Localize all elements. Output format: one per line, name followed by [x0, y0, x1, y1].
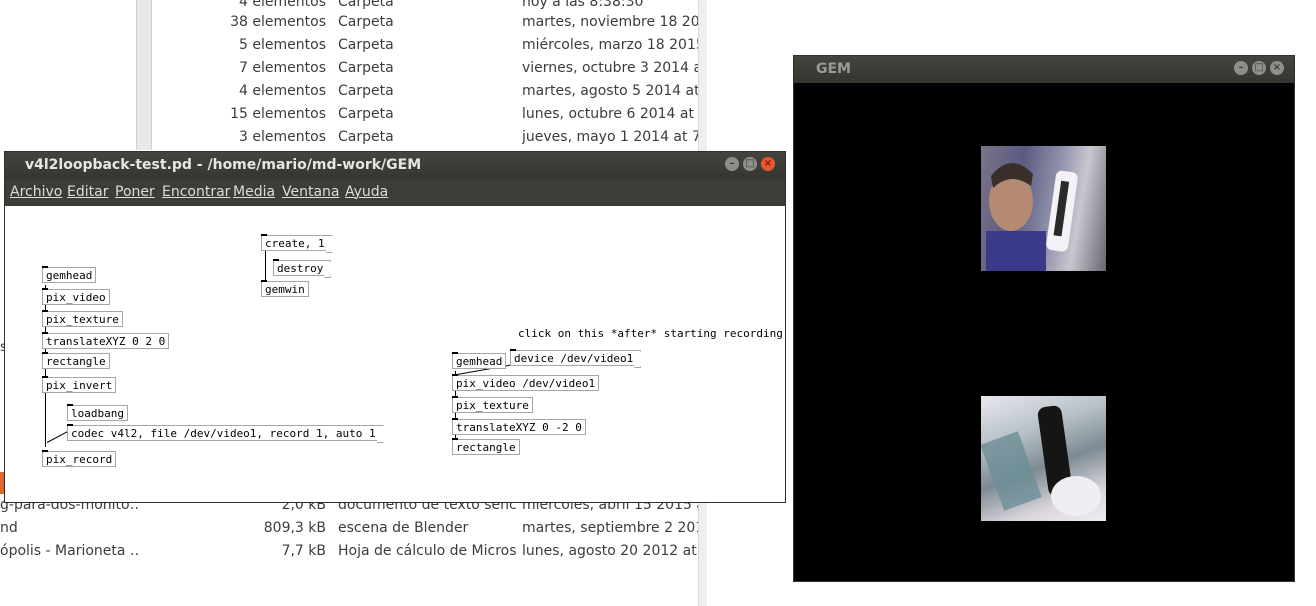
pix-record-object[interactable]: pix_record	[42, 450, 117, 467]
patch-comment: click on this *after* starting recording	[518, 327, 783, 340]
rectangle-object[interactable]: rectangle	[42, 352, 110, 369]
file-row[interactable]: 5 elementos Carpeta miércoles, marzo 18 …	[0, 34, 698, 57]
device-message[interactable]: device /dev/video1	[510, 349, 637, 366]
pix-video-object[interactable]: pix_video	[42, 288, 110, 305]
rectangle-object[interactable]: rectangle	[452, 438, 520, 455]
gemhead-object[interactable]: gemhead	[42, 266, 97, 283]
gem-title-bar[interactable]: GEM – □ ×	[794, 56, 1294, 83]
minimize-icon[interactable]: –	[725, 157, 739, 171]
file-size: 15 elementos	[230, 106, 326, 122]
patch-wire	[265, 250, 266, 282]
window-title: GEM	[816, 61, 851, 77]
file-size: 3 elementos	[239, 129, 326, 145]
menu-encontrar[interactable]: Encontrar	[162, 184, 230, 200]
pix-invert-object[interactable]: pix_invert	[42, 376, 117, 393]
file-size: 5 elementos	[239, 37, 326, 53]
file-size: 7 elementos	[239, 60, 326, 76]
create-message[interactable]: create, 1	[261, 234, 328, 251]
file-row[interactable]: 38 elementos Carpeta martes, noviembre 1…	[0, 11, 698, 34]
file-date: lunes, agosto 20 2012 at 6:	[522, 543, 698, 559]
patch-canvas[interactable]: create, 1 destroy gemwin gemhead pix_vid…	[5, 206, 785, 502]
maximize-icon[interactable]: □	[743, 157, 757, 171]
file-name: ópolis - Marioneta …	[0, 543, 140, 559]
minimize-icon[interactable]: –	[1234, 61, 1248, 75]
file-type: escena de Blender	[338, 520, 469, 536]
gemhead-object[interactable]: gemhead	[452, 352, 507, 369]
file-row[interactable]: 7 elementos Carpeta viernes, octubre 3 2…	[0, 57, 698, 80]
file-type: Carpeta	[338, 83, 394, 99]
file-type: Carpeta	[338, 37, 394, 53]
gem-window: GEM – □ ×	[793, 55, 1295, 582]
pix-texture-object[interactable]: pix_texture	[452, 396, 533, 413]
translatexyz-object[interactable]: translateXYZ 0 -2 0	[452, 418, 586, 435]
file-row[interactable]: 3 elementos Carpeta jueves, mayo 1 2014 …	[0, 126, 698, 149]
close-icon[interactable]: ×	[1270, 61, 1284, 75]
menu-ventana[interactable]: Ventana	[282, 184, 340, 200]
loopback-video-frame	[981, 396, 1106, 521]
file-type: Carpeta	[338, 0, 394, 10]
file-date: viernes, octubre 3 2014 at	[522, 60, 698, 76]
file-date: miércoles, marzo 18 2015 a	[522, 37, 698, 53]
file-size: 4 elementos	[239, 83, 326, 99]
file-type: Carpeta	[338, 129, 394, 145]
translatexyz-object[interactable]: translateXYZ 0 2 0	[42, 332, 170, 349]
file-size: 7,7 kB	[281, 543, 326, 559]
close-icon[interactable]: ×	[761, 157, 775, 171]
pix-texture-object[interactable]: pix_texture	[42, 310, 123, 327]
menu-bar: Archivo Editar Poner Encontrar Media Ven…	[5, 179, 785, 206]
file-date: martes, noviembre 18 2014	[522, 14, 698, 30]
menu-ayuda[interactable]: Ayuda	[345, 184, 388, 200]
gem-render-canvas	[794, 83, 1294, 581]
file-name: nd	[0, 520, 18, 536]
file-date: lunes, octubre 6 2014 at 2:4	[522, 106, 698, 122]
maximize-icon[interactable]: □	[1252, 61, 1266, 75]
file-date: jueves, mayo 1 2014 at 7:37	[522, 129, 698, 145]
file-date: martes, septiembre 2 2014	[522, 520, 698, 536]
pd-patch-window: v4l2loopback-test.pd - /home/mario/md-wo…	[4, 151, 786, 503]
file-type: Carpeta	[338, 14, 394, 30]
loadbang-object[interactable]: loadbang	[67, 404, 128, 421]
file-size: 38 elementos	[230, 14, 326, 30]
webcam-video-frame	[981, 146, 1106, 271]
file-size: 809,3 kB	[263, 520, 326, 536]
menu-editar[interactable]: Editar	[67, 184, 108, 200]
file-row[interactable]: ópolis - Marioneta … 7,7 kB Hoja de cálc…	[0, 540, 698, 563]
file-type: Hoja de cálculo de Microso	[338, 543, 516, 559]
menu-archivo[interactable]: Archivo	[10, 184, 62, 200]
menu-media[interactable]: Media	[233, 184, 275, 200]
pix-video-object[interactable]: pix_video /dev/video1	[452, 374, 600, 391]
file-row[interactable]: nd 809,3 kB escena de Blender martes, se…	[0, 517, 698, 540]
file-row[interactable]: 4 elementos Carpeta martes, agosto 5 201…	[0, 80, 698, 103]
menu-poner[interactable]: Poner	[115, 184, 155, 200]
file-type: Carpeta	[338, 60, 394, 76]
window-title: v4l2loopback-test.pd - /home/mario/md-wo…	[25, 157, 422, 173]
codec-message[interactable]: codec v4l2, file /dev/video1, record 1, …	[67, 424, 379, 441]
destroy-message[interactable]: destroy	[273, 259, 327, 276]
file-date: martes, agosto 5 2014 at 9	[522, 83, 698, 99]
file-date: hoy a las 8:38:30	[522, 0, 644, 10]
file-row[interactable]: 15 elementos Carpeta lunes, octubre 6 20…	[0, 103, 698, 126]
file-type: Carpeta	[338, 106, 394, 122]
gemwin-object[interactable]: gemwin	[261, 280, 309, 297]
pd-title-bar[interactable]: v4l2loopback-test.pd - /home/mario/md-wo…	[5, 152, 785, 179]
file-size: 4 elementos	[239, 0, 326, 10]
